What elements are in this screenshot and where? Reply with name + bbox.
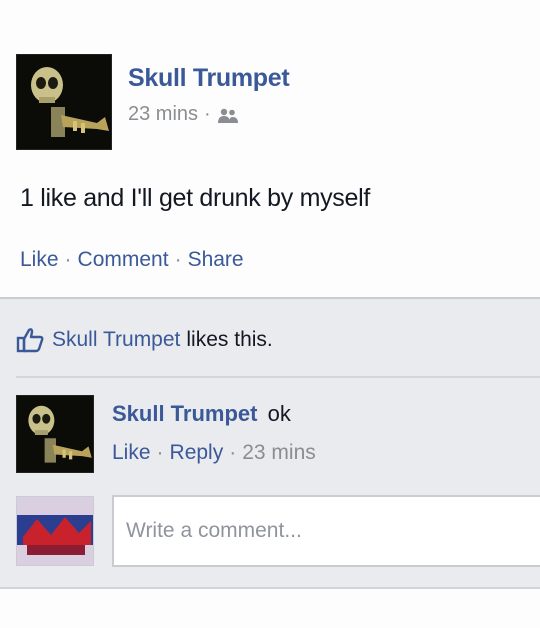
post-timestamp[interactable]: 23 mins: [128, 103, 198, 126]
post-actions: Like · Comment · Share: [20, 248, 244, 272]
author-name-link[interactable]: Skull Trumpet: [128, 64, 290, 93]
share-link[interactable]: Share: [188, 248, 244, 272]
comment-like-link[interactable]: Like: [112, 441, 151, 465]
liker-name-link[interactable]: Skull Trumpet: [52, 328, 180, 352]
action-separator: ·: [174, 248, 182, 271]
author-avatar[interactable]: [16, 54, 112, 150]
skull-trumpet-image: [17, 396, 93, 472]
commenter-avatar[interactable]: [16, 395, 94, 473]
comment-composer: [16, 495, 540, 567]
action-separator: ·: [64, 248, 72, 271]
post-meta: 23 mins ·: [128, 103, 289, 126]
comment-author-link[interactable]: Skull Trumpet: [112, 401, 257, 426]
comment-actions: Like · Reply · 23 mins: [112, 441, 316, 465]
comment-input[interactable]: [112, 495, 540, 567]
like-link[interactable]: Like: [20, 248, 59, 272]
thumbs-up-icon: [16, 327, 44, 353]
likes-summary: Skull Trumpet likes this.: [16, 327, 273, 353]
skull-trumpet-image: [17, 55, 111, 149]
likes-suffix: likes this.: [186, 328, 273, 351]
facebook-post: Skull Trumpet 23 mins · 1 like and I'll …: [0, 0, 540, 628]
friends-icon[interactable]: [217, 107, 239, 123]
comment-text: ok: [267, 401, 291, 426]
comment-reply-link[interactable]: Reply: [170, 441, 224, 465]
current-user-avatar: [16, 496, 94, 566]
comment-link[interactable]: Comment: [78, 248, 169, 272]
comment: Skull Trumpet ok Like · Reply · 23 mins: [16, 395, 316, 473]
comment-timestamp[interactable]: 23 mins: [242, 441, 316, 465]
action-separator: ·: [229, 441, 237, 464]
divider: [16, 376, 540, 378]
feedback-section: Skull Trumpet likes this. Skull Trumpet …: [0, 297, 540, 589]
post-text: 1 like and I'll get drunk by myself: [20, 184, 370, 212]
action-separator: ·: [156, 441, 164, 464]
meta-separator: ·: [204, 103, 211, 125]
post-header: Skull Trumpet 23 mins ·: [16, 54, 290, 150]
